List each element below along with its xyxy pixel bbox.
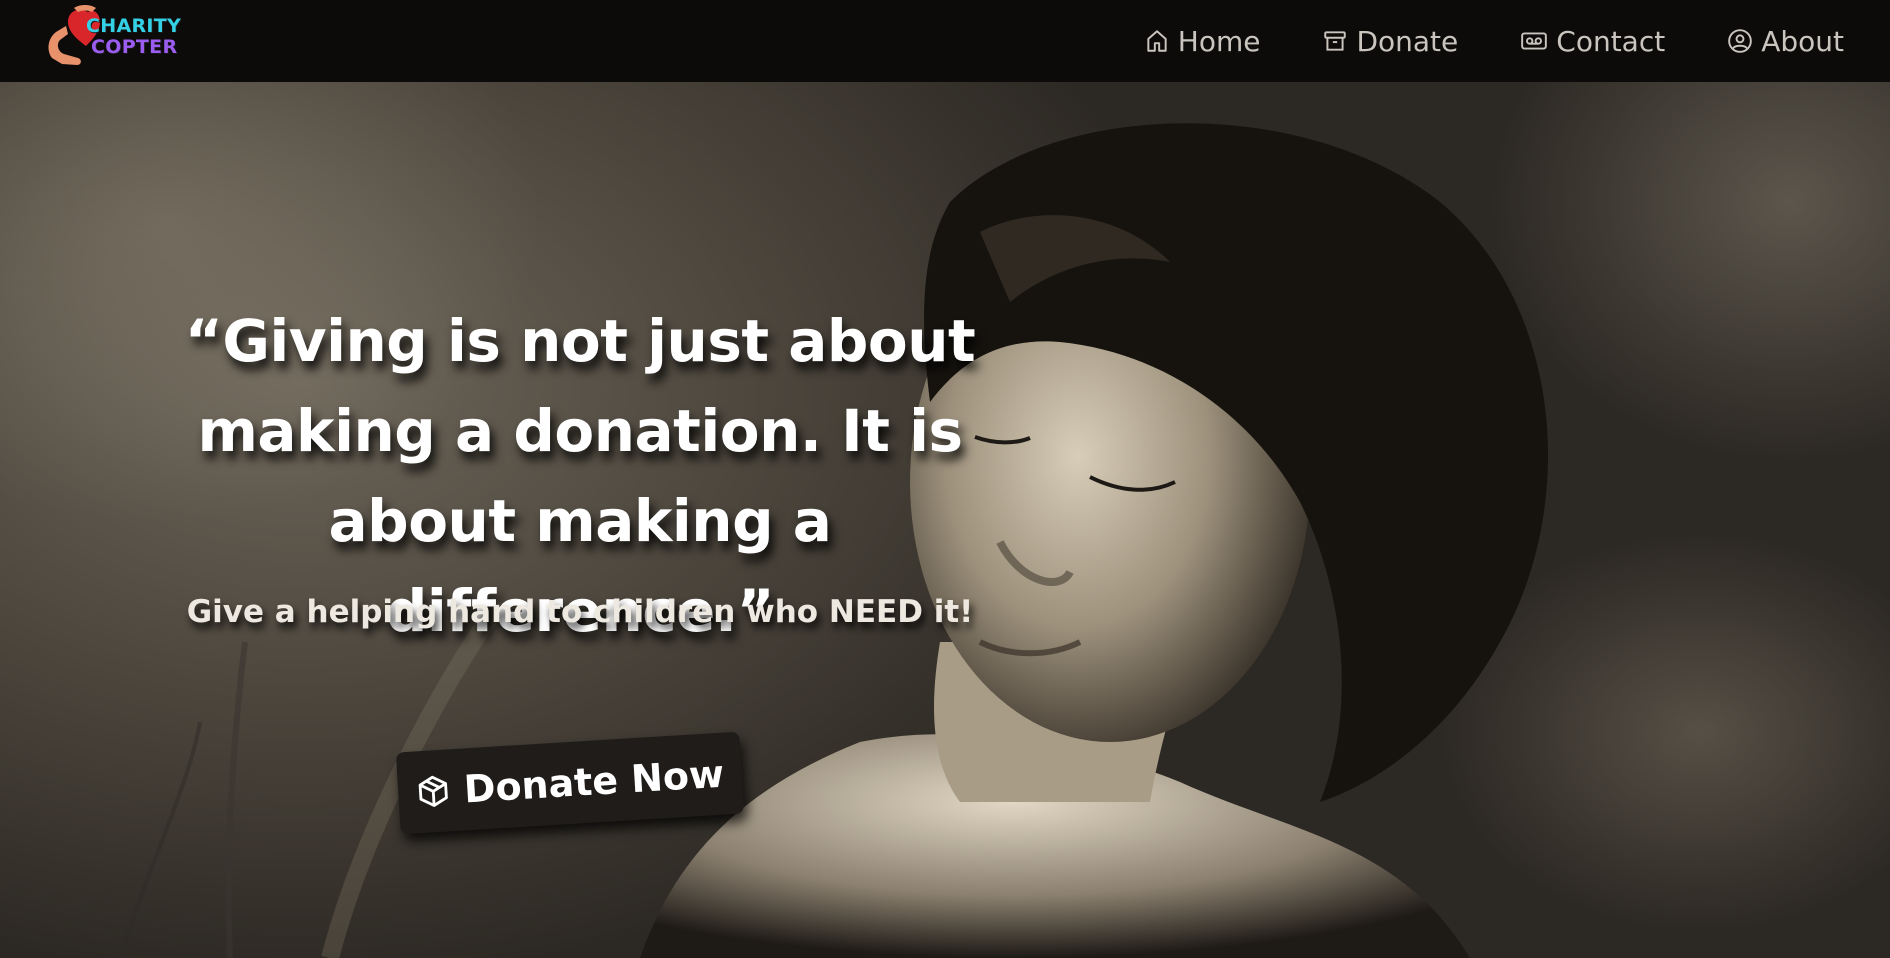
nav-home-label: Home — [1177, 24, 1261, 58]
brand-line-1: CHARITY — [86, 15, 182, 37]
home-icon — [1147, 30, 1167, 52]
nav-contact-label: Contact — [1556, 24, 1666, 58]
quote-line-1: “Giving is not just about — [184, 307, 976, 375]
voicemail-icon — [1521, 32, 1548, 50]
nav-about[interactable]: About — [1727, 25, 1844, 58]
nav-donate[interactable]: Donate — [1322, 25, 1458, 58]
nav-about-label: About — [1761, 24, 1844, 58]
hero-section: “Giving is not just about making a donat… — [0, 82, 1890, 958]
nav-contact[interactable]: Contact — [1520, 25, 1665, 58]
nav-home[interactable]: Home — [1144, 24, 1261, 58]
quote-line-2: making a donation. It is — [197, 397, 963, 465]
brand-line-2: COPTER — [91, 36, 178, 58]
cube-icon — [418, 775, 448, 807]
donate-now-label: Donate Now — [462, 751, 726, 812]
user-circle-icon — [1728, 29, 1753, 53]
nav-links: Home Donate Contact About — [1082, 0, 1844, 82]
top-navbar: CHARITY COPTER Home Donate Contact About — [0, 0, 1890, 82]
archive-box-icon — [1324, 31, 1347, 51]
nav-donate-label: Donate — [1356, 24, 1459, 58]
hero-subtitle: Give a helping hand to children who NEED… — [186, 594, 974, 630]
charity-copter-logo[interactable]: CHARITY COPTER — [44, 2, 194, 70]
